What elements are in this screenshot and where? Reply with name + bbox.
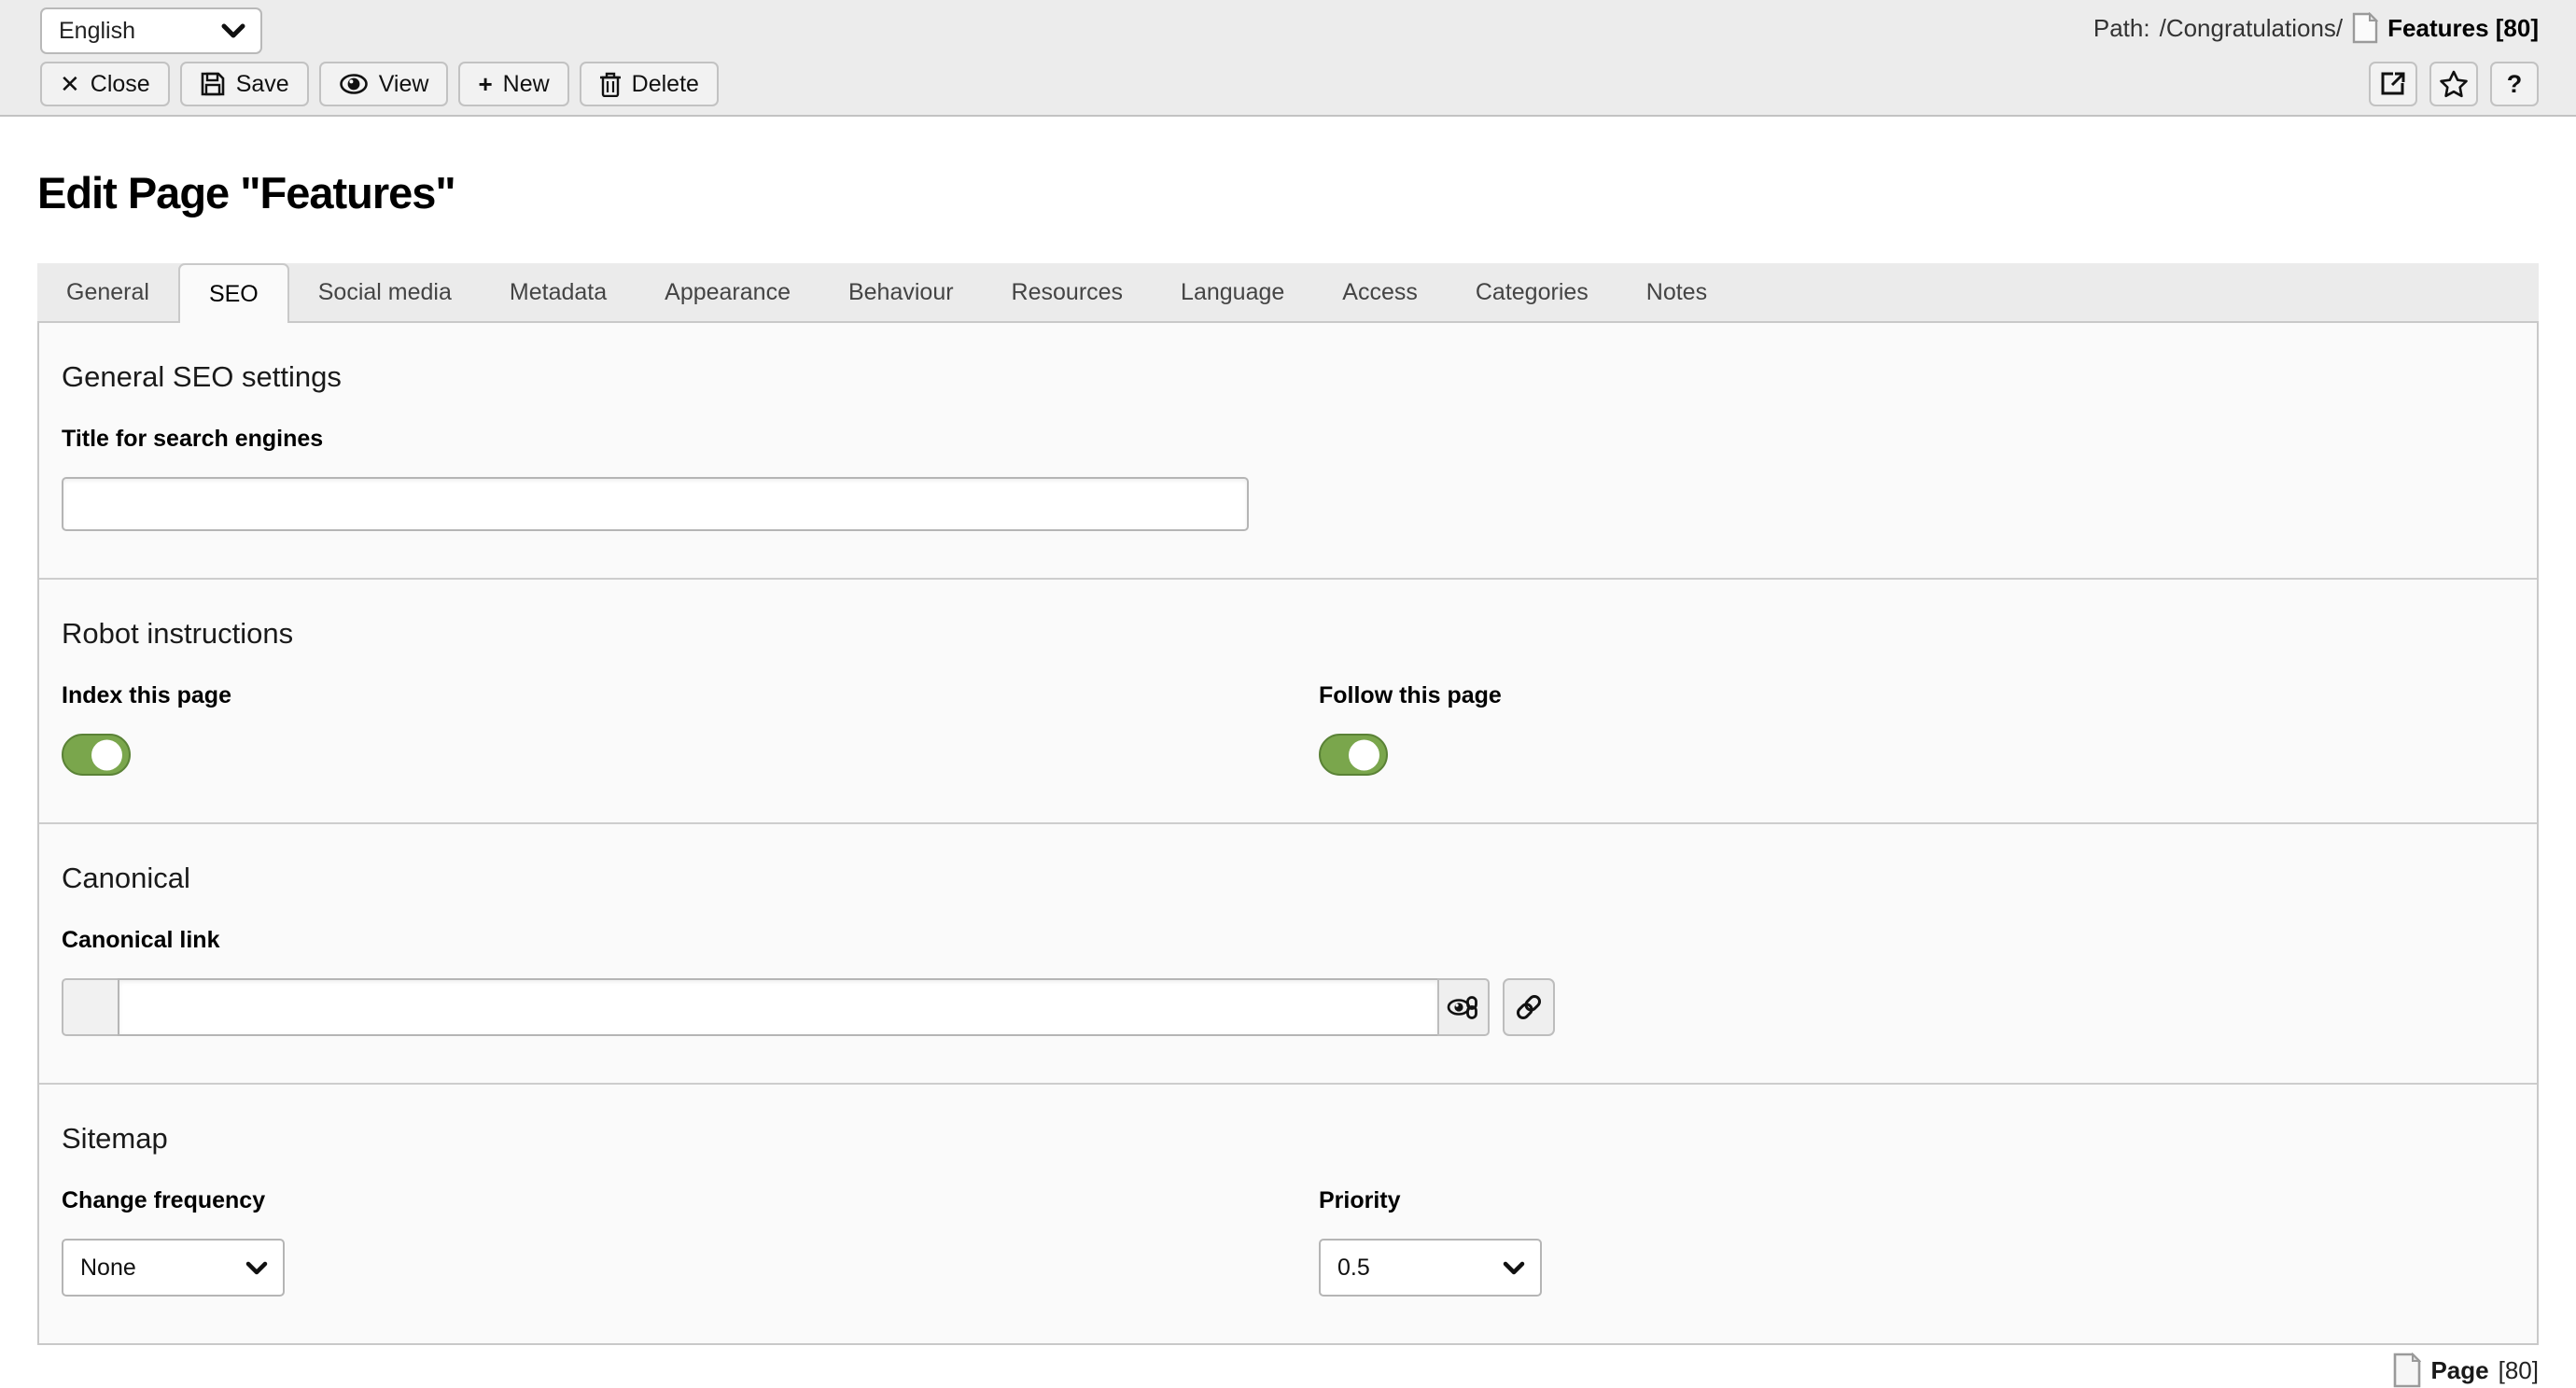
change-frequency-value: None — [80, 1255, 136, 1282]
priority-value: 0.5 — [1337, 1255, 1370, 1282]
delete-button[interactable]: Delete — [580, 62, 719, 106]
save-button-label: Save — [236, 71, 289, 98]
path-prefix: Path: — [2093, 14, 2150, 43]
chevron-down-icon — [1503, 1261, 1525, 1275]
priority-label: Priority — [1319, 1187, 2514, 1214]
tab-language[interactable]: Language — [1152, 263, 1313, 321]
tab-behaviour[interactable]: Behaviour — [819, 263, 983, 321]
save-button[interactable]: Save — [180, 62, 309, 106]
tab-social-media[interactable]: Social media — [289, 263, 481, 321]
star-icon — [2439, 70, 2469, 98]
tab-appearance[interactable]: Appearance — [636, 263, 819, 321]
section-heading: General SEO settings — [62, 360, 2514, 394]
priority-select[interactable]: 0.5 — [1319, 1239, 1542, 1297]
tab-metadata[interactable]: Metadata — [481, 263, 636, 321]
page-doc-icon — [2352, 12, 2378, 44]
save-icon — [200, 71, 226, 97]
question-mark-icon: ? — [2507, 70, 2523, 99]
plus-icon: + — [478, 72, 492, 96]
eye-link-icon — [1447, 990, 1480, 1024]
toggle-knob — [1349, 739, 1379, 770]
title-for-search-engines-label: Title for search engines — [62, 426, 2514, 453]
tab-categories[interactable]: Categories — [1447, 263, 1617, 321]
change-frequency-field: Change frequency None — [62, 1187, 1319, 1297]
help-button[interactable]: ? — [2490, 62, 2539, 106]
index-this-page-toggle[interactable] — [62, 734, 131, 776]
trash-icon — [599, 71, 622, 97]
canonical-link-label: Canonical link — [62, 927, 2514, 954]
section-canonical: Canonical Canonical link — [39, 824, 2537, 1085]
index-this-page-label: Index this page — [62, 682, 1319, 709]
section-heading: Canonical — [62, 862, 2514, 895]
bookmark-button[interactable] — [2429, 62, 2478, 106]
top-bar: English ✕ Close Save View + New — [0, 0, 2576, 117]
language-select-value: English — [59, 18, 135, 45]
record-footer: Page [80] — [37, 1353, 2539, 1388]
record-type: Page — [2430, 1356, 2488, 1385]
follow-this-page-toggle[interactable] — [1319, 734, 1388, 776]
tab-seo[interactable]: SEO — [178, 263, 289, 323]
new-button[interactable]: + New — [458, 62, 568, 106]
canonical-link-input[interactable] — [118, 978, 1439, 1036]
seo-tab-panel: General SEO settings Title for search en… — [37, 321, 2539, 1345]
tab-resources[interactable]: Resources — [983, 263, 1153, 321]
breadcrumb: Path: /Congratulations/ Features [80] — [2093, 12, 2539, 44]
section-sitemap: Sitemap Change frequency None Priority 0… — [39, 1085, 2537, 1343]
close-icon: ✕ — [60, 72, 80, 96]
close-button-label: Close — [91, 71, 150, 98]
tab-general[interactable]: General — [37, 263, 178, 321]
change-frequency-label: Change frequency — [62, 1187, 1319, 1214]
language-select[interactable]: English — [40, 7, 262, 54]
view-button-label: View — [379, 71, 429, 98]
index-this-page-field: Index this page — [62, 682, 1319, 776]
link-browser-button[interactable] — [1503, 978, 1555, 1036]
section-general-seo-settings: General SEO settings Title for search en… — [39, 323, 2537, 580]
page-title: Edit Page "Features" — [37, 167, 2539, 218]
chevron-down-icon — [221, 23, 245, 38]
close-button[interactable]: ✕ Close — [40, 62, 170, 106]
tab-strip: General SEO Social media Metadata Appear… — [37, 263, 2539, 321]
view-button[interactable]: View — [319, 62, 449, 106]
section-heading: Sitemap — [62, 1122, 2514, 1156]
doc-toolbar: ✕ Close Save View + New Delete — [40, 62, 719, 106]
path-value: /Congratulations/ — [2160, 14, 2344, 43]
header-icon-bar: ? — [2369, 62, 2539, 106]
priority-field: Priority 0.5 — [1319, 1187, 2514, 1297]
change-frequency-select[interactable]: None — [62, 1239, 285, 1297]
page-doc-icon — [2393, 1353, 2421, 1388]
canonical-link-input-group — [62, 978, 2514, 1036]
follow-this-page-label: Follow this page — [1319, 682, 2514, 709]
follow-this-page-field: Follow this page — [1319, 682, 2514, 776]
title-for-search-engines-input[interactable] — [62, 477, 1249, 531]
toggle-knob — [91, 739, 122, 770]
new-button-label: New — [503, 71, 550, 98]
record-browser-button[interactable] — [1437, 978, 1490, 1036]
record-title: Features [80] — [2387, 14, 2539, 43]
tab-notes[interactable]: Notes — [1617, 263, 1736, 321]
chevron-down-icon — [245, 1261, 268, 1275]
delete-button-label: Delete — [632, 71, 699, 98]
open-in-new-window-button[interactable] — [2369, 62, 2417, 106]
record-id: [80] — [2499, 1356, 2539, 1385]
section-heading: Robot instructions — [62, 617, 2514, 651]
canonical-link-addon — [62, 978, 119, 1036]
section-robot-instructions: Robot instructions Index this page Follo… — [39, 580, 2537, 824]
eye-icon — [339, 73, 369, 95]
tab-access[interactable]: Access — [1313, 263, 1447, 321]
external-link-icon — [2380, 71, 2406, 97]
link-icon — [1513, 991, 1545, 1023]
